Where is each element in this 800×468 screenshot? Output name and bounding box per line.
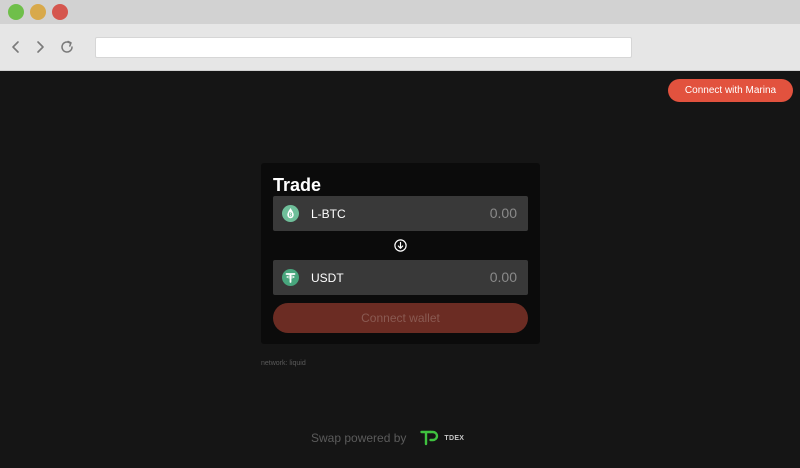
back-arrow-icon[interactable]	[8, 38, 24, 56]
connect-wallet-button[interactable]: Connect wallet	[273, 303, 528, 333]
reload-icon[interactable]	[59, 38, 75, 56]
to-asset-row[interactable]: USDT 0.00	[273, 260, 528, 295]
powered-by-text: Swap powered by	[311, 431, 407, 445]
tether-icon	[282, 269, 299, 286]
tdex-logo-icon[interactable]	[420, 430, 440, 446]
network-label: network: liquid	[261, 360, 306, 367]
url-bar[interactable]	[95, 37, 632, 58]
svg-text:B: B	[289, 213, 293, 219]
to-asset-label: USDT	[311, 271, 344, 285]
to-amount-input[interactable]: 0.00	[490, 269, 517, 285]
footer: Swap powered by TDEX	[311, 428, 464, 448]
tdex-brand-text: TDEX	[444, 434, 465, 442]
window-close-button[interactable]	[52, 4, 68, 20]
forward-arrow-icon[interactable]	[32, 38, 48, 56]
from-asset-row[interactable]: B L-BTC 0.00	[273, 196, 528, 231]
title-bar	[0, 0, 800, 24]
connect-marina-button[interactable]: Connect with Marina	[668, 79, 793, 102]
window-zoom-button[interactable]	[8, 4, 24, 20]
window-minimize-button[interactable]	[30, 4, 46, 20]
trade-card: Trade B L-BTC 0.00 USDT 0.00 Connect wal…	[261, 163, 540, 344]
page-viewport: Connect with Marina Trade B L-BTC 0.00 U…	[0, 71, 800, 468]
browser-toolbar	[0, 24, 800, 71]
trade-title: Trade	[273, 175, 322, 195]
from-asset-label: L-BTC	[311, 207, 346, 221]
lbtc-icon: B	[282, 205, 299, 222]
swap-direction-icon[interactable]	[394, 239, 407, 252]
from-amount-input[interactable]: 0.00	[490, 205, 517, 221]
browser-chrome	[0, 0, 800, 71]
